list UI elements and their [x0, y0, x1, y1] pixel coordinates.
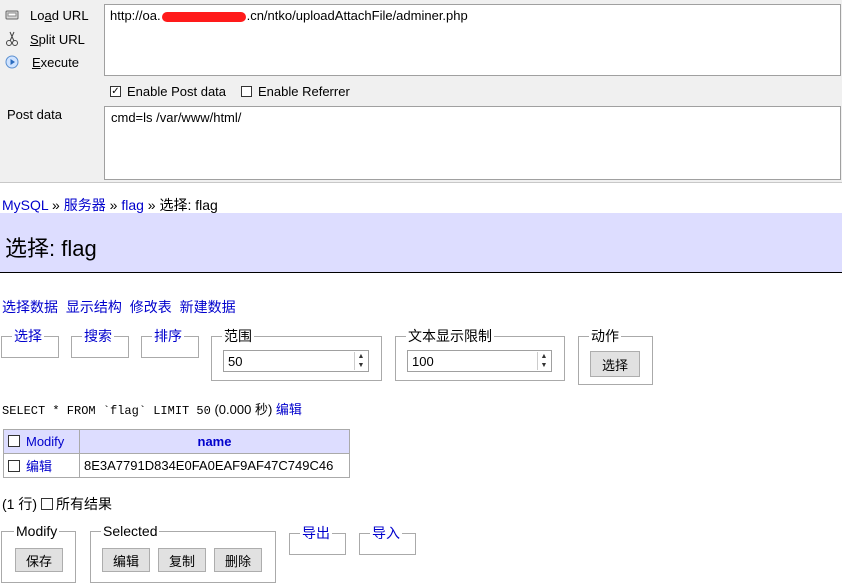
save-button[interactable]: 保存 [15, 548, 63, 572]
title-bar: 选择: flag [0, 213, 842, 273]
row-count: (1 行) 所有结果 [2, 494, 112, 514]
checkbox-checked-icon: ✓ [110, 85, 121, 97]
modify-header-link[interactable]: Modify [26, 434, 64, 449]
enable-referrer-checkbox[interactable]: Enable Referrer [241, 84, 350, 99]
breadcrumb-separator: » [52, 197, 60, 213]
sort-legend-link[interactable]: 排序 [152, 326, 184, 346]
execute-label: Execute [32, 54, 79, 70]
action-legend: 动作 [591, 328, 619, 344]
split-url-label: Split URL [30, 31, 85, 47]
page-title: 选择: flag [5, 236, 97, 261]
selected-legend: Selected [103, 523, 158, 539]
execute-button[interactable]: Execute [4, 52, 79, 72]
sort-fieldset[interactable]: 排序 [141, 326, 199, 358]
checkbox-unchecked-icon [241, 86, 252, 97]
table-row: 编辑 8E3A7791D834E0FA0EAF9AF47C749C46 [3, 453, 350, 478]
url-suffix: .cn/ntko/uploadAttachFile/adminer.php [246, 8, 468, 23]
enable-post-label: Enable Post data [127, 84, 227, 99]
url-prefix: http://oa. [110, 8, 161, 23]
spinner-arrows-icon[interactable]: ▲ ▼ [354, 352, 367, 370]
table-header-row: Modify name [3, 429, 350, 454]
result-table: Modify name 编辑 8E3A7791D834E0FA0EAF9AF47… [3, 429, 350, 478]
breadcrumb-mysql-link[interactable]: MySQL [2, 197, 48, 213]
breadcrumb-db-link[interactable]: flag [121, 197, 144, 213]
post-data-label: Post data [7, 107, 62, 122]
select-legend-link[interactable]: 选择 [12, 326, 44, 346]
search-fieldset[interactable]: 搜索 [71, 326, 129, 358]
range-legend: 范围 [224, 328, 252, 344]
enable-referrer-label: Enable Referrer [258, 84, 350, 99]
row-edit-link[interactable]: 编辑 [26, 459, 52, 474]
modify-header: Modify [3, 429, 80, 454]
edit-query-link[interactable]: 编辑 [276, 402, 302, 417]
play-icon [4, 54, 20, 70]
edit-selected-button[interactable]: 编辑 [102, 548, 150, 572]
alter-table-link[interactable]: 修改表 [130, 299, 172, 315]
text-limit-legend: 文本显示限制 [408, 328, 492, 344]
spinner-arrows-icon[interactable]: ▲ ▼ [537, 352, 550, 370]
modify-legend: Modify [16, 523, 58, 539]
text-limit-input[interactable]: 100 ▲ ▼ [407, 350, 552, 372]
search-legend-link[interactable]: 搜索 [82, 326, 114, 346]
import-legend-link[interactable]: 导入 [370, 523, 402, 543]
all-results-label: 所有结果 [56, 496, 112, 512]
select-all-checkbox[interactable] [8, 435, 20, 447]
load-url-label: Load URL [30, 7, 89, 23]
breadcrumb-current: 选择: flag [159, 197, 218, 213]
range-input[interactable]: 50 ▲ ▼ [223, 350, 369, 372]
breadcrumb-server-link[interactable]: 服务器 [64, 197, 106, 213]
breadcrumb: MySQL » 服务器 » flag » 选择: flag [2, 195, 218, 215]
all-results-checkbox[interactable] [41, 498, 53, 510]
post-data-textarea[interactable]: cmd=ls /var/www/html/ [104, 106, 841, 180]
hackbar-panel: Load URL Split URL Execute http://oa. .cn… [0, 0, 842, 183]
split-url-button[interactable]: Split URL [4, 29, 85, 49]
name-cell: 8E3A7791D834E0FA0EAF9AF47C749C46 [79, 453, 350, 478]
load-url-icon [4, 7, 20, 23]
row-modify-cell: 编辑 [3, 453, 80, 478]
breadcrumb-separator: » [147, 197, 156, 213]
new-item-link[interactable]: 新建数据 [180, 299, 236, 315]
sql-query-text: SELECT * FROM `flag` LIMIT 50 [2, 404, 211, 418]
import-fieldset[interactable]: 导入 [359, 523, 416, 555]
query-time: (0.000 秒) [214, 402, 273, 417]
show-structure-link[interactable]: 显示结构 [66, 299, 122, 315]
post-data-value: cmd=ls /var/www/html/ [111, 110, 242, 125]
select-data-link[interactable]: 选择数据 [2, 299, 58, 315]
redaction-mark [161, 11, 246, 22]
load-url-button[interactable]: Load URL [4, 5, 89, 25]
select-fieldset[interactable]: 选择 [1, 326, 59, 358]
select-action-button[interactable]: 选择 [590, 351, 640, 377]
row-count-text: (1 行) [2, 496, 37, 512]
row-checkbox[interactable] [8, 460, 20, 472]
delete-selected-button[interactable]: 删除 [214, 548, 262, 572]
sql-query-line: SELECT * FROM `flag` LIMIT 50 (0.000 秒) … [2, 399, 302, 418]
copy-selected-button[interactable]: 复制 [158, 548, 206, 572]
breadcrumb-separator: » [109, 197, 118, 213]
export-fieldset[interactable]: 导出 [289, 523, 346, 555]
url-textarea[interactable]: http://oa. .cn/ntko/uploadAttachFile/admi… [104, 4, 841, 76]
export-legend-link[interactable]: 导出 [300, 523, 332, 543]
scissors-icon [4, 31, 20, 47]
name-column-header[interactable]: name [79, 429, 350, 454]
enable-post-checkbox[interactable]: ✓ Enable Post data [110, 84, 226, 99]
range-value: 50 [228, 354, 243, 369]
table-links: 选择数据 显示结构 修改表 新建数据 [2, 297, 240, 317]
text-limit-value: 100 [412, 354, 434, 369]
